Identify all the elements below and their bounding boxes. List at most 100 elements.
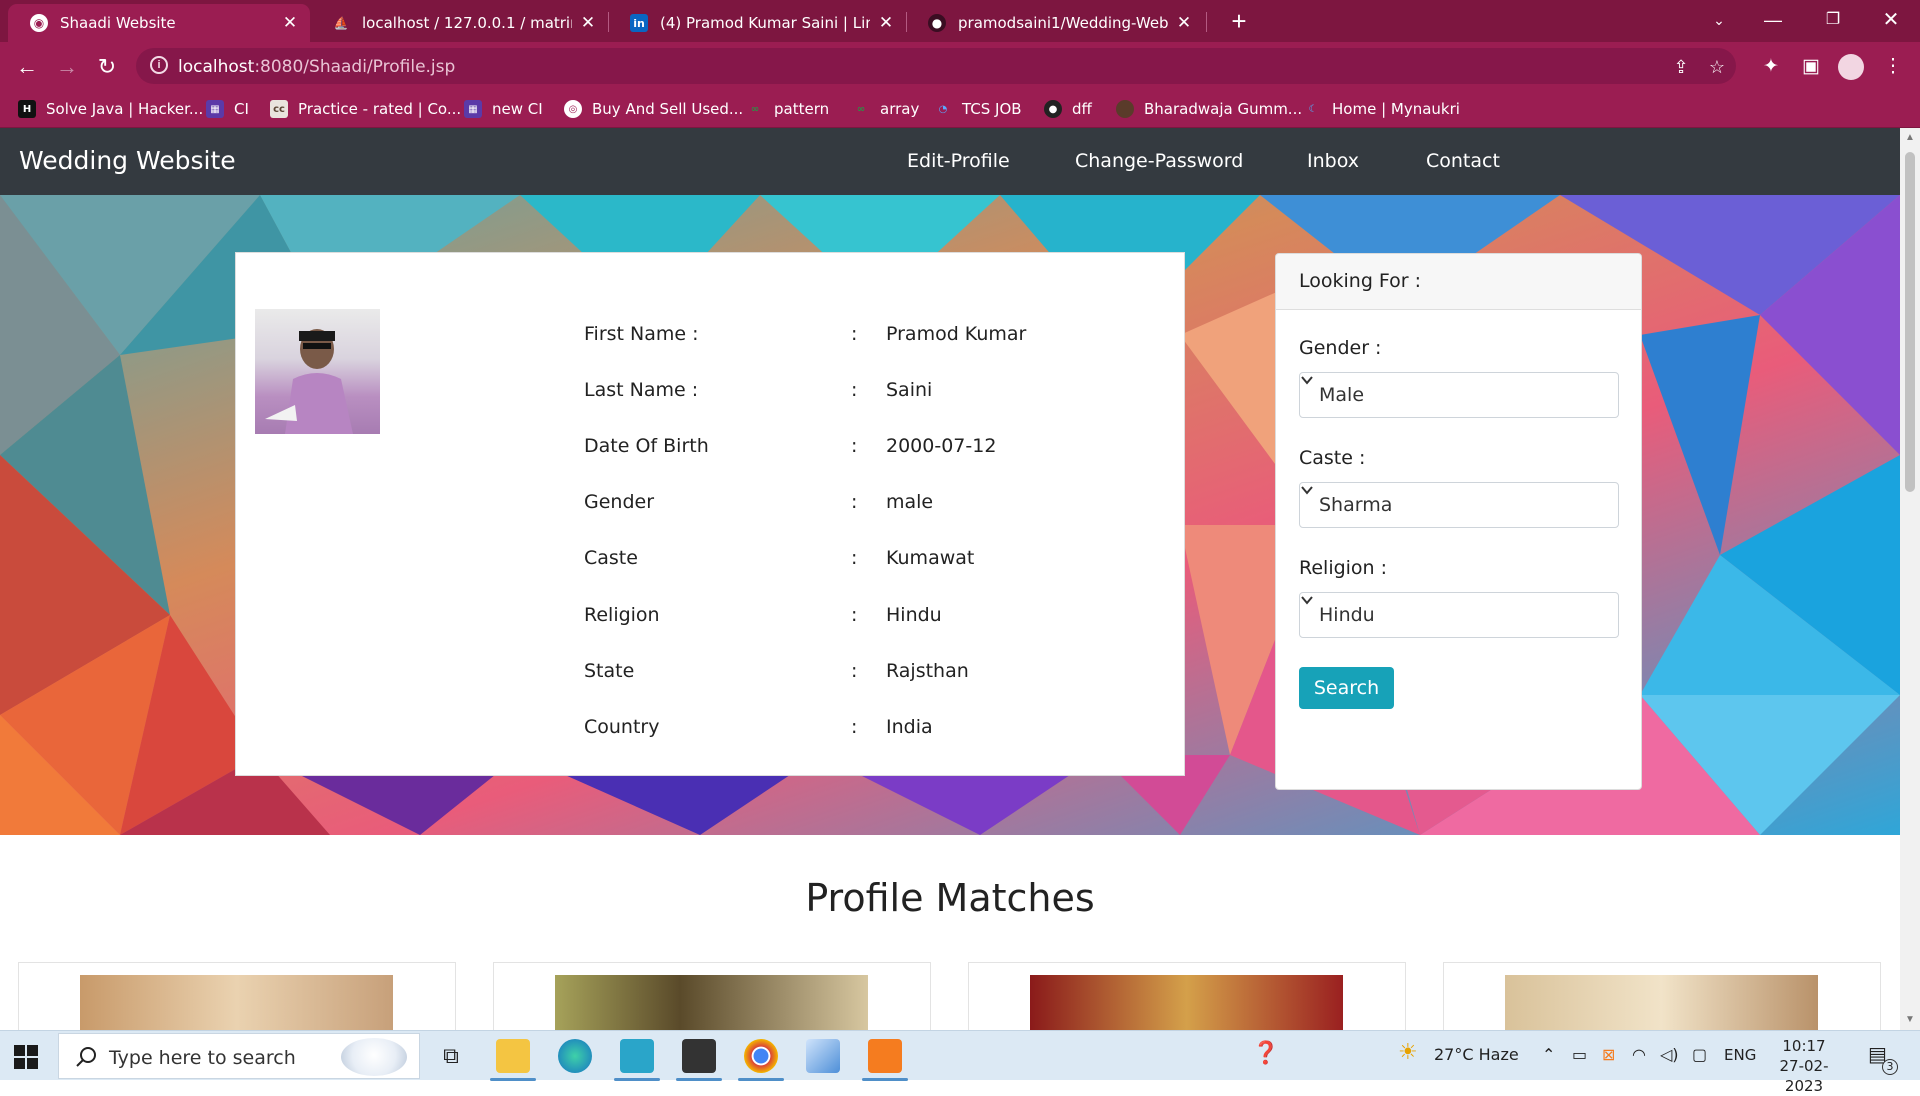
bookmark-label: array xyxy=(880,100,920,118)
media-app-icon[interactable] xyxy=(676,1039,722,1081)
page-scrollbar[interactable]: ▲ ▼ xyxy=(1900,128,1920,1030)
bookmark-dff[interactable]: ● dff xyxy=(1044,98,1092,120)
religion-select[interactable]: Hindu xyxy=(1299,592,1619,638)
tab-shaadi-website[interactable]: ◉ Shaadi Website ✕ xyxy=(8,4,310,42)
scroll-up-arrow-icon[interactable]: ▲ xyxy=(1904,132,1916,144)
battery-icon[interactable]: ▭ xyxy=(1572,1045,1587,1064)
display-icon[interactable]: ▢ xyxy=(1692,1045,1707,1064)
looking-for-card: Looking For : Gender : Male Caste : Shar… xyxy=(1275,253,1642,790)
chevron-down-icon xyxy=(1301,376,1313,385)
edge-icon[interactable] xyxy=(558,1039,592,1073)
polar-bear-search-highlight-icon xyxy=(341,1038,407,1076)
address-bar[interactable]: i localhost:8080/Shaadi/Profile.jsp ⇪ ☆ xyxy=(136,48,1736,84)
profile-separator: : xyxy=(851,716,858,738)
tab-linkedin[interactable]: in (4) Pramod Kumar Saini | LinkedIn ✕ xyxy=(608,4,906,42)
close-tab-icon[interactable]: ✕ xyxy=(280,13,300,33)
bookmark-tcs-job[interactable]: ◔ TCS JOB xyxy=(934,98,1022,120)
bookmark-pattern[interactable]: ∞ pattern xyxy=(746,98,829,120)
site-brand[interactable]: Wedding Website xyxy=(19,146,236,175)
file-explorer-icon[interactable] xyxy=(490,1039,536,1081)
new-tab-button[interactable]: + xyxy=(1222,6,1256,38)
nav-contact[interactable]: Contact xyxy=(1426,150,1500,172)
taskbar-clock[interactable]: 10:17 27-02-2023 xyxy=(1762,1036,1846,1096)
nav-change-password[interactable]: Change-Password xyxy=(1075,150,1243,172)
extensions-icon[interactable]: ✦ xyxy=(1758,54,1784,80)
profile-value: Hindu xyxy=(886,604,942,626)
tab-search-icon[interactable]: ⌄ xyxy=(1694,0,1744,42)
tab-phpmyadmin[interactable]: ⛵ localhost / 127.0.0.1 / matrimoni ✕ xyxy=(310,4,608,42)
close-window-button[interactable]: ✕ xyxy=(1866,0,1916,42)
scroll-down-arrow-icon[interactable]: ▼ xyxy=(1904,1014,1916,1026)
app-icon[interactable] xyxy=(614,1039,660,1081)
profile-avatar-icon[interactable] xyxy=(1838,54,1864,80)
help-icon[interactable]: ❓ xyxy=(1252,1041,1279,1066)
profile-separator: : xyxy=(851,660,858,682)
nav-inbox[interactable]: Inbox xyxy=(1307,150,1359,172)
bookmark-array[interactable]: ∞ array xyxy=(852,98,920,120)
weather-text[interactable]: 27°C Haze xyxy=(1434,1045,1519,1064)
bookmark-label: Buy And Sell Used... xyxy=(592,100,744,118)
caste-select[interactable]: Sharma xyxy=(1299,482,1619,528)
reload-button[interactable]: ↻ xyxy=(90,50,124,84)
notification-count-badge: 3 xyxy=(1882,1059,1898,1075)
ci-icon: ▦ xyxy=(206,100,224,118)
chevron-down-icon xyxy=(1301,486,1313,495)
network-icon[interactable]: ◠ xyxy=(1632,1045,1646,1064)
bookmark-label: Practice - rated | Co... xyxy=(298,100,462,118)
close-tab-icon[interactable]: ✕ xyxy=(1174,13,1194,33)
show-hidden-icons-icon[interactable]: ⌃ xyxy=(1542,1045,1555,1064)
forward-button[interactable]: → xyxy=(50,50,84,84)
match-card[interactable] xyxy=(493,962,931,1030)
profile-card: First Name :: Pramod Kumar Last Name :: Sa… xyxy=(235,252,1185,776)
minimize-button[interactable]: — xyxy=(1748,0,1798,42)
site-info-icon[interactable]: i xyxy=(150,56,168,74)
match-card[interactable] xyxy=(1443,962,1881,1030)
volume-icon[interactable]: ◁) xyxy=(1660,1045,1679,1064)
nav-edit-profile[interactable]: Edit-Profile xyxy=(907,150,1010,172)
looking-for-header: Looking For : xyxy=(1276,254,1641,310)
bookmark-label: new CI xyxy=(492,100,543,118)
profile-separator: : xyxy=(851,547,858,569)
bookmark-new-ci[interactable]: ▦ new CI xyxy=(464,98,543,120)
profile-value: Pramod Kumar xyxy=(886,323,1027,345)
taskbar-search-box[interactable]: Type here to search xyxy=(58,1033,420,1079)
close-tab-icon[interactable]: ✕ xyxy=(876,13,896,33)
task-view-icon[interactable]: ⧉ xyxy=(434,1039,468,1073)
share-icon[interactable]: ⇪ xyxy=(1670,56,1692,78)
match-photo xyxy=(80,975,393,1030)
search-button[interactable]: Search xyxy=(1299,667,1394,709)
profile-label: Gender xyxy=(584,491,655,513)
bookmark-bharadwaja[interactable]: Bharadwaja Gumm... xyxy=(1116,98,1302,120)
bookmark-star-icon[interactable]: ☆ xyxy=(1706,56,1728,78)
menu-kebab-icon[interactable]: ⋮ xyxy=(1880,54,1906,80)
bookmark-mynaukri[interactable]: ☾ Home | Mynaukri xyxy=(1304,98,1460,120)
bookmark-hackerrank[interactable]: H Solve Java | Hacker... xyxy=(18,98,203,120)
match-card[interactable] xyxy=(18,962,456,1030)
close-tab-icon[interactable]: ✕ xyxy=(578,13,598,33)
side-panel-icon[interactable]: ▣ xyxy=(1798,54,1824,80)
gender-select[interactable]: Male xyxy=(1299,372,1619,418)
tab-github[interactable]: ● pramodsaini1/Wedding-Website ✕ xyxy=(906,4,1204,42)
profile-row-first-name: First Name :: Pramod Kumar xyxy=(584,323,1144,353)
profile-value: India xyxy=(886,716,933,738)
back-button[interactable]: ← xyxy=(10,50,44,84)
tab-separator xyxy=(1206,12,1207,32)
windows-taskbar: Type here to search ⧉ ❓ ☀ 27°C Haze ⌃ ▭ … xyxy=(0,1030,1920,1095)
match-card[interactable] xyxy=(968,962,1406,1030)
geeksforgeeks-icon: ∞ xyxy=(750,103,760,115)
virtualbox-icon[interactable] xyxy=(806,1039,840,1073)
restore-button[interactable]: ❐ xyxy=(1808,0,1858,42)
bookmark-buy-sell[interactable]: ◎ Buy And Sell Used... xyxy=(564,98,743,120)
language-indicator[interactable]: ENG xyxy=(1724,1046,1756,1064)
chevron-down-icon xyxy=(1301,596,1313,605)
xampp-icon[interactable] xyxy=(862,1039,908,1081)
bookmark-ci[interactable]: ▦ CI xyxy=(206,98,249,120)
windows-start-icon[interactable] xyxy=(14,1045,38,1069)
bookmark-codechef[interactable]: cc Practice - rated | Co... xyxy=(270,98,461,120)
ci-icon: ▦ xyxy=(464,100,482,118)
linkedin-icon: in xyxy=(630,14,648,32)
site-navbar: Wedding Website Edit-Profile Change-Pass… xyxy=(0,128,1900,195)
scrollbar-thumb[interactable] xyxy=(1905,152,1915,492)
chrome-icon[interactable] xyxy=(738,1039,784,1081)
xampp-tray-icon[interactable]: ⊠ xyxy=(1602,1045,1615,1064)
